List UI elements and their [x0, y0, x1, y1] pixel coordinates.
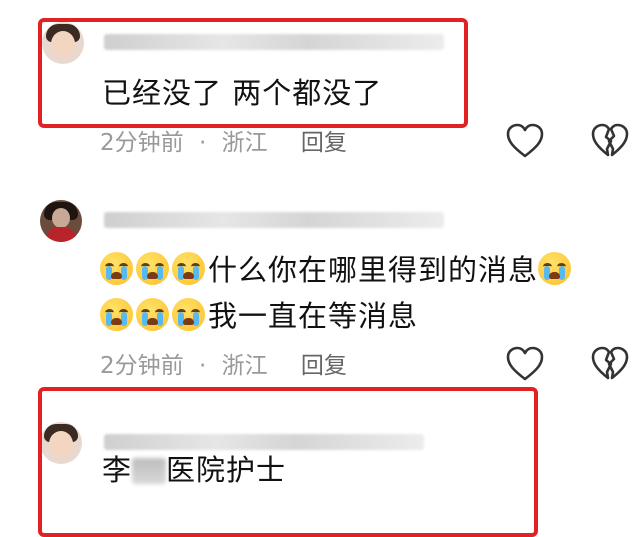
crying-face-icon	[100, 298, 133, 331]
heart-outline-icon[interactable]	[505, 345, 545, 383]
crying-face-icon	[172, 252, 205, 285]
meta-separator: ·	[198, 353, 207, 379]
avatar[interactable]	[40, 200, 82, 242]
crying-face-icon	[136, 298, 169, 331]
crying-face-icon	[538, 252, 572, 285]
comment-location: 浙江	[221, 130, 268, 156]
comment-item: 什么你在哪里得到的消息 我一直在等消息 2分钟前 · 浙江 回复	[0, 180, 640, 390]
crying-face-icon	[100, 252, 133, 285]
comment-location: 浙江	[221, 353, 268, 379]
broken-heart-icon[interactable]	[590, 122, 630, 160]
comment-meta: 2分钟前 · 浙江 回复	[100, 130, 347, 156]
reply-button[interactable]: 回复	[301, 353, 347, 379]
heart-outline-icon[interactable]	[505, 122, 545, 160]
crying-face-icon	[136, 252, 169, 285]
comment-text-line-2: 我一直在等消息	[100, 298, 418, 334]
highlight-box	[38, 387, 538, 537]
crying-face-icon	[172, 298, 205, 331]
comment-text: 什么你在哪里得到的消息	[208, 253, 539, 287]
reply-button[interactable]: 回复	[301, 130, 347, 156]
comment-time: 2分钟前	[100, 353, 184, 379]
username-blurred[interactable]	[104, 212, 444, 228]
comment-text: 我一直在等消息	[208, 299, 419, 333]
comment-text-line-1: 什么你在哪里得到的消息	[100, 252, 574, 288]
highlight-box	[38, 18, 468, 128]
comment-time: 2分钟前	[100, 130, 184, 156]
meta-separator: ·	[198, 130, 207, 156]
broken-heart-icon[interactable]	[590, 345, 630, 383]
comment-meta: 2分钟前 · 浙江 回复	[100, 353, 347, 379]
